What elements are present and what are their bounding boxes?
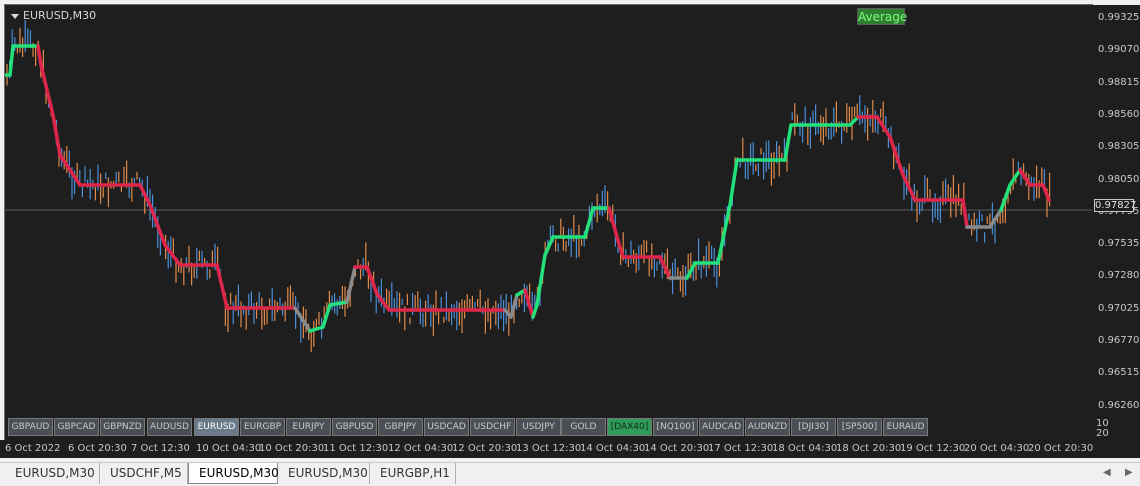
symbol-button[interactable]: USDCAD (424, 418, 469, 436)
symbol-button[interactable]: AUDCAD (699, 418, 744, 436)
average-line-segment (1041, 183, 1051, 202)
average-line-segment (716, 203, 732, 265)
average-line-segment (293, 306, 312, 333)
average-button[interactable]: Average (857, 8, 907, 25)
price-label: 0.96260 (1098, 399, 1140, 411)
average-line-segment (783, 123, 793, 162)
price-label: 0.96770 (1098, 335, 1140, 346)
symbol-button[interactable]: USDCHF (470, 418, 515, 436)
average-line-segment (535, 253, 547, 307)
price-label: 0.97025 (1098, 302, 1140, 314)
symbol-button[interactable]: GBPCAD (54, 418, 99, 436)
symbol-button[interactable]: EURAUD (883, 418, 928, 436)
symbol-button[interactable]: USDJPY (516, 418, 561, 436)
price-label: 0.98050 (1098, 173, 1140, 185)
price-label: 0.99070 (1098, 44, 1140, 56)
indicator-scale-label: 20 (1096, 428, 1109, 439)
time-label: 20 Oct 04:30 (964, 443, 1030, 454)
time-label: 18 Oct 04:30 (772, 443, 838, 454)
symbol-button[interactable]: [DJI30] (791, 418, 836, 436)
symbol-button[interactable]: GBPAUD (8, 418, 53, 436)
time-label: 13 Oct 12:30 (516, 443, 582, 454)
price-label: 0.97535 (1098, 238, 1140, 250)
time-label: 6 Oct 2022 (5, 443, 61, 454)
time-label: 20 Oct 20:30 (1028, 443, 1094, 454)
symbol-button[interactable]: EURUSD (194, 418, 239, 436)
average-line-segment (961, 198, 969, 229)
average-line-segment (39, 63, 55, 117)
time-label: 19 Oct 12:30 (900, 443, 966, 454)
chart-window: EURUSD,M30 Average GBPAUD GBPCAD GBPNZD AUD… (0, 0, 1140, 462)
time-label: 12 Oct 20:30 (452, 443, 518, 454)
symbol-button[interactable]: [NQ100] (653, 418, 698, 436)
average-line-segment (728, 158, 739, 207)
price-label: 0.96515 (1098, 367, 1140, 379)
average-line-segment (531, 303, 539, 319)
symbol-title[interactable]: EURUSD,M30 (11, 9, 96, 22)
symbol-button[interactable]: [SP500] (837, 418, 882, 436)
chart-area[interactable]: EURUSD,M30 Average GBPAUD GBPCAD GBPNZD AUD… (4, 4, 1093, 441)
time-label: 18 Oct 20:30 (836, 443, 902, 454)
symbol-title-label: EURUSD,M30 (23, 9, 97, 22)
symbol-button[interactable]: AUDUSD (147, 418, 192, 436)
chart-tab[interactable]: EURUSD,M30 (5, 463, 100, 484)
scroll-left-icon[interactable]: ◀ (1103, 467, 1111, 478)
symbol-button[interactable]: GBPNZD (100, 418, 145, 436)
symbol-button[interactable]: EURGBP (240, 418, 285, 436)
average-line-segment (345, 265, 357, 304)
price-label: 0.98305 (1098, 141, 1140, 153)
symbol-button[interactable]: [DAX40] (607, 418, 652, 436)
scroll-right-icon[interactable]: ▶ (1125, 467, 1133, 478)
chart-tab[interactable]: USDCHF,M5 (100, 463, 188, 484)
symbol-button[interactable]: GBPJPY (378, 418, 423, 436)
time-label: 10 Oct 20:30 (259, 443, 325, 454)
symbol-button[interactable]: AUDNZD (745, 418, 790, 436)
symbol-button[interactable]: EURJPY (286, 418, 331, 436)
price-label: 0.99325 (1098, 12, 1140, 23)
price-label: 0.98815 (1098, 76, 1140, 88)
symbol-button[interactable]: GBPUSD (332, 418, 377, 436)
price-label: 0.98560 (1098, 108, 1140, 120)
time-label: 14 Oct 20:30 (644, 443, 710, 454)
time-label: 11 Oct 12:30 (323, 443, 389, 454)
time-label: 12 Oct 04:30 (388, 443, 454, 454)
average-line-segment (8, 44, 15, 77)
time-label: 14 Oct 04:30 (580, 443, 646, 454)
time-label: 10 Oct 04:30 (196, 443, 262, 454)
average-line-segment (215, 263, 229, 310)
chart-tab[interactable]: EURGBP,H1 (370, 463, 456, 484)
chart-tab[interactable]: EURUSD,M30 (278, 463, 370, 484)
time-label: 7 Oct 12:30 (131, 443, 190, 454)
average-line-segment (888, 135, 905, 177)
triangle-down-icon (11, 13, 19, 19)
symbol-button[interactable]: GOLD (561, 418, 606, 436)
average-line-segment (1008, 168, 1022, 187)
price-label: 0.97280 (1098, 270, 1140, 282)
current-price-tag: 0.97827 (1094, 199, 1137, 212)
price-scale[interactable]: 0.99325 0.99070 0.98815 0.98560 0.98305 0.980… (1092, 5, 1140, 440)
average-line-segment (163, 243, 182, 267)
average-line-segment (36, 44, 43, 67)
time-label: 6 Oct 20:30 (68, 443, 127, 454)
chart-tab[interactable]: EURUSD,M30 (188, 463, 279, 484)
price-chart[interactable] (5, 5, 1092, 413)
time-scale[interactable]: 6 Oct 2022 6 Oct 20:30 7 Oct 12:30 10 Oct 0… (0, 440, 1140, 458)
time-label: 17 Oct 12:30 (708, 443, 774, 454)
average-line-segment (543, 235, 555, 257)
chart-tab-bar: ◀ ▶ EURUSD,M30 USDCHF,M5 EURUSD,M30 EURUSD,… (0, 462, 1140, 486)
